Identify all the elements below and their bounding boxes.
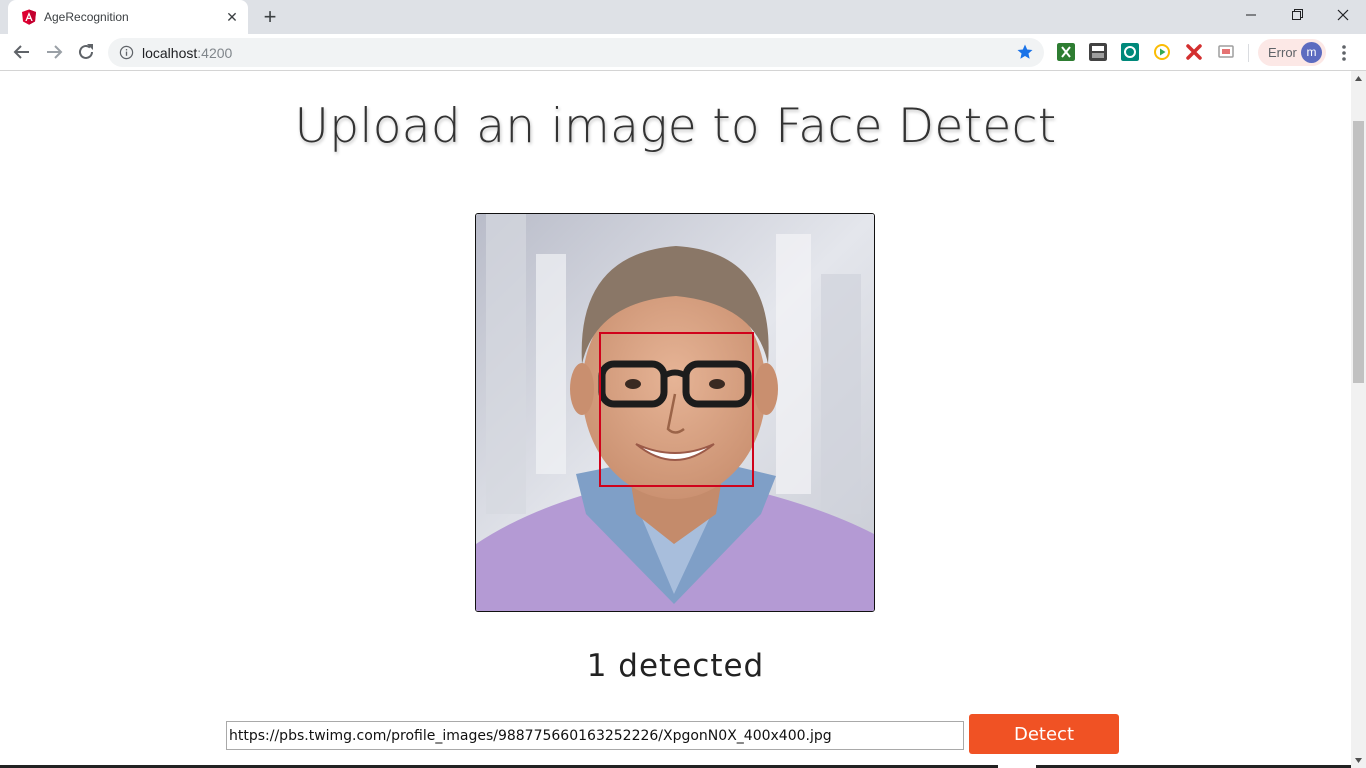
minimize-window-icon[interactable] — [1228, 0, 1274, 30]
extension-play-icon[interactable] — [1153, 43, 1171, 61]
tab-title: AgeRecognition — [44, 10, 129, 24]
page-title: Upload an image to Face Detect — [294, 99, 1057, 154]
kebab-menu-icon[interactable] — [1334, 42, 1354, 64]
close-window-icon[interactable] — [1320, 0, 1366, 30]
scroll-down-arrow-icon[interactable] — [1351, 751, 1366, 768]
reload-icon[interactable] — [74, 40, 98, 64]
profile-status: Error — [1268, 45, 1297, 60]
angular-favicon-icon — [22, 9, 36, 25]
url-text: localhost:4200 — [142, 45, 232, 61]
extension-teal-icon[interactable] — [1121, 43, 1139, 61]
restore-window-icon[interactable] — [1274, 0, 1320, 30]
scrollbar-thumb[interactable] — [1353, 121, 1364, 383]
face-detection-box — [599, 332, 754, 487]
avatar: m — [1301, 42, 1322, 63]
tab-close-icon[interactable]: ✕ — [224, 9, 240, 25]
detect-button[interactable]: Detect — [969, 714, 1119, 754]
uploaded-image-frame — [475, 213, 875, 612]
browser-toolbar: localhost:4200 Error m — [0, 34, 1366, 71]
page-viewport: Upload an image to Face Detect 1 detecte… — [0, 71, 1351, 768]
vertical-scrollbar[interactable] — [1351, 71, 1366, 768]
extension-red-x-icon[interactable] — [1185, 43, 1203, 61]
address-bar[interactable]: localhost:4200 — [108, 38, 1044, 67]
extension-excel-icon[interactable] — [1057, 43, 1075, 61]
browser-tab[interactable]: AgeRecognition ✕ — [8, 0, 248, 34]
detection-count: 1 detected — [586, 648, 765, 684]
scroll-up-arrow-icon[interactable] — [1351, 71, 1366, 88]
back-icon[interactable] — [10, 40, 34, 64]
image-url-input[interactable] — [226, 721, 964, 750]
tab-strip: AgeRecognition ✕ + — [0, 0, 1366, 34]
info-icon[interactable] — [119, 45, 134, 60]
url-host: localhost — [142, 45, 198, 61]
forward-icon[interactable] — [42, 40, 66, 64]
extension-cast-icon[interactable] — [1217, 43, 1235, 61]
url-port: :4200 — [197, 45, 233, 61]
profile-error-chip[interactable]: Error m — [1258, 39, 1326, 66]
extension-selenium-icon[interactable] — [1089, 43, 1107, 61]
toolbar-divider — [1248, 44, 1249, 62]
bookmark-star-icon[interactable] — [1016, 43, 1034, 61]
new-tab-button[interactable]: + — [258, 6, 282, 28]
